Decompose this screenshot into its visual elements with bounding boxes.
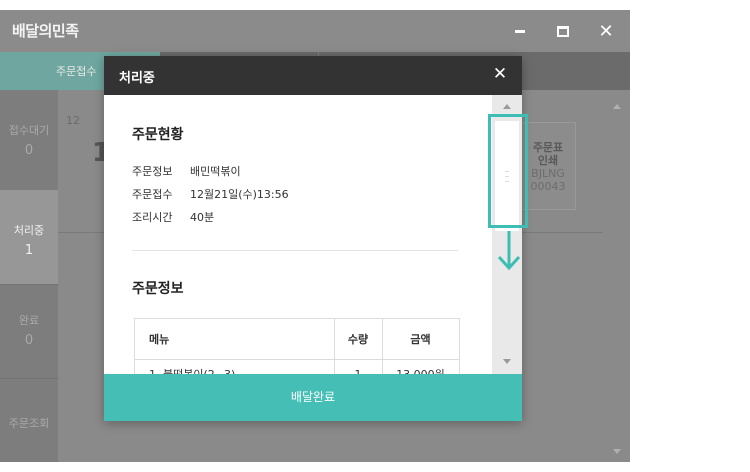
window-close-button[interactable]: ✕ (589, 10, 623, 52)
table-header-qty: 수량 (334, 318, 383, 360)
sidebar-item-count: 0 (24, 333, 34, 348)
main-scrollbar[interactable] (604, 90, 630, 462)
print-title-line2: 인쇄 (537, 154, 559, 167)
scroll-up-icon[interactable] (613, 104, 621, 109)
print-code-line2: 00043 (530, 180, 566, 193)
table-cell-qty: 1 (334, 359, 383, 374)
table-header-menu: 메뉴 (134, 318, 335, 360)
info-label: 주문접수 (132, 188, 173, 201)
sidebar-item-label: 완료 (18, 314, 40, 327)
sidebar-item-waiting[interactable]: 접수대기 0 (0, 90, 58, 191)
scroll-up-icon[interactable] (503, 104, 511, 109)
table-header-row: 메뉴 수량 금액 (134, 318, 460, 360)
status-section-title: 주문현황 (132, 127, 184, 143)
info-value: 배민떡볶이 (190, 165, 241, 178)
order-section-title: 주문정보 (132, 281, 184, 297)
menu-table: 메뉴 수량 금액 1. 불떡볶이(2~3) 1 13,000원 (134, 318, 460, 374)
sidebar-item-label: 접수대기 (8, 124, 50, 137)
minimize-icon (515, 29, 525, 33)
minimize-button[interactable] (503, 10, 537, 52)
modal-title: 처리중 (119, 71, 155, 86)
maximize-button[interactable] (546, 10, 580, 52)
title-bar: 배달의민족 ✕ (0, 10, 630, 52)
table-row: 1. 불떡볶이(2~3) 1 13,000원 (134, 359, 460, 374)
table-cell-price: 13,000원 (382, 359, 460, 374)
info-value: 40분 (190, 211, 215, 224)
scroll-down-icon[interactable] (503, 359, 511, 364)
info-row: 조리시간 40분 (132, 209, 214, 225)
sidebar-item-search[interactable]: 주문조회 (0, 378, 58, 462)
info-label: 조리시간 (132, 211, 173, 224)
delivery-complete-button[interactable]: 배달완료 (104, 374, 522, 421)
info-label: 주문정보 (132, 165, 173, 178)
processing-modal: 처리중 ✕ 주문현황 주문정보 배민떡볶이 주문접수 12월21일(수)13:56 … (104, 56, 522, 421)
sidebar-item-processing[interactable]: 처리중 1 (0, 190, 58, 285)
section-divider (132, 250, 458, 251)
sidebar-item-done[interactable]: 완료 0 (0, 284, 58, 379)
tab-label: 주문접수 (56, 65, 97, 78)
sidebar-item-count: 1 (24, 243, 34, 258)
info-row: 주문접수 12월21일(수)13:56 (132, 186, 289, 202)
scroll-down-icon[interactable] (613, 449, 621, 454)
sidebar: 접수대기 0 처리중 1 완료 0 주문조회 (0, 90, 58, 462)
print-order-button[interactable]: 주문표 인쇄 BJLNG 00043 (520, 122, 576, 210)
app-title: 배달의민족 (12, 22, 79, 40)
print-code-line1: BJLNG (531, 167, 565, 180)
table-header-price: 금액 (382, 318, 460, 360)
modal-body: 주문현황 주문정보 배민떡볶이 주문접수 12월21일(수)13:56 조리시간 40… (104, 95, 492, 374)
close-icon: ✕ (598, 20, 614, 42)
modal-close-icon[interactable]: ✕ (490, 64, 510, 86)
highlight-box (488, 114, 528, 228)
sidebar-item-count: 0 (24, 143, 34, 158)
order-time-partial: 12 (66, 114, 80, 127)
maximize-icon (557, 25, 569, 37)
print-title-line1: 주문표 (532, 141, 564, 154)
table-cell-menu: 1. 불떡볶이(2~3) (134, 359, 335, 374)
sidebar-item-label: 주문조회 (8, 417, 50, 430)
scroll-down-arrow-icon (497, 231, 521, 271)
modal-header: 처리중 ✕ (104, 56, 522, 95)
info-value: 12월21일(수)13:56 (190, 188, 289, 201)
sidebar-item-label: 처리중 (13, 224, 45, 237)
info-row: 주문정보 배민떡볶이 (132, 163, 241, 179)
